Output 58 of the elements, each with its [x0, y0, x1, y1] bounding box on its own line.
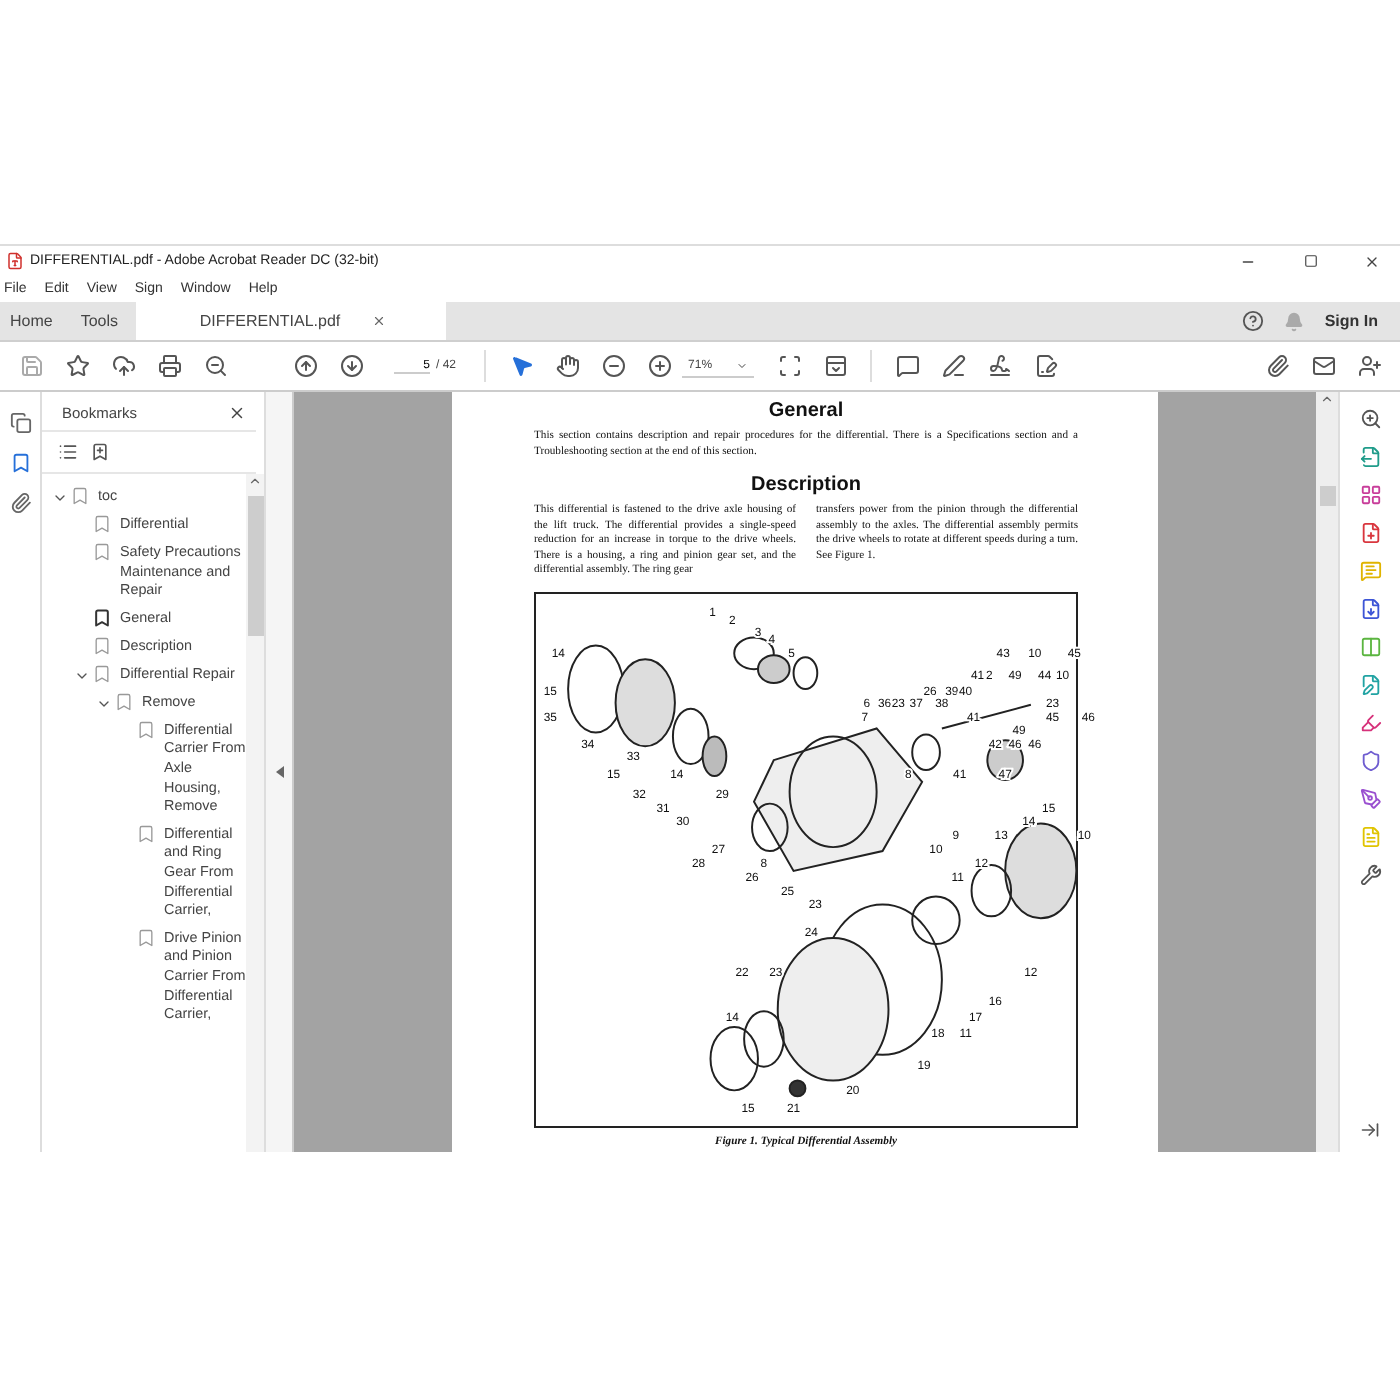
- tab[interactable]: Home: [0, 302, 71, 340]
- cloud-upload-icon[interactable]: [111, 354, 135, 378]
- bookmark-icon: [70, 486, 90, 506]
- collapse-arrow-icon[interactable]: [275, 766, 283, 778]
- find-bookmark-icon[interactable]: [90, 442, 110, 462]
- pages-icon[interactable]: [9, 412, 31, 434]
- signature-icon[interactable]: [987, 354, 1012, 378]
- next-page-icon[interactable]: [339, 354, 363, 378]
- section-heading: General: [766, 400, 846, 422]
- layout-icon[interactable]: [1359, 484, 1381, 506]
- columns-icon[interactable]: [1359, 636, 1381, 658]
- caret-icon[interactable]: [736, 359, 749, 371]
- previous-page-icon[interactable]: [293, 354, 317, 378]
- close-icon[interactable]: [1364, 253, 1380, 269]
- tab[interactable]: Tools: [70, 302, 137, 340]
- file-edit-icon[interactable]: [1359, 674, 1381, 696]
- file-export-icon[interactable]: [1359, 446, 1381, 468]
- file-plus-icon[interactable]: [1359, 522, 1381, 544]
- fit-page-icon[interactable]: [777, 354, 802, 378]
- pdf-file-icon: [6, 252, 24, 270]
- close-tab-icon[interactable]: [372, 314, 387, 328]
- close-icon[interactable]: [228, 404, 246, 422]
- options-icon[interactable]: [58, 442, 78, 462]
- highlighter-icon[interactable]: [1359, 712, 1381, 734]
- pointer-icon[interactable]: [509, 354, 534, 378]
- pen-icon[interactable]: [941, 354, 966, 378]
- file-download-icon[interactable]: [1359, 598, 1381, 620]
- scroll-mode-icon[interactable]: [823, 354, 848, 378]
- chevron-down-icon[interactable]: [51, 490, 67, 506]
- maximize-icon[interactable]: [1303, 254, 1317, 268]
- zoom-out-icon[interactable]: [601, 354, 626, 378]
- print-icon[interactable]: [157, 354, 181, 378]
- pen-icon[interactable]: [1359, 788, 1381, 810]
- scrollbar-thumb[interactable]: [247, 496, 263, 636]
- help-icon[interactable]: [1242, 310, 1265, 332]
- paperclip-icon[interactable]: [1265, 354, 1289, 378]
- hand-icon[interactable]: [555, 354, 580, 378]
- bookmark-icon[interactable]: [9, 452, 31, 474]
- paperclip-icon[interactable]: [9, 492, 31, 514]
- zoom-icon[interactable]: [1359, 408, 1381, 430]
- scrollbar-thumb[interactable]: [1319, 486, 1335, 506]
- scroll-up-icon[interactable]: [1320, 392, 1334, 406]
- section-heading: Description: [748, 474, 863, 496]
- fill-sign-icon[interactable]: [1033, 354, 1058, 378]
- scrollbar[interactable]: [1316, 392, 1338, 1152]
- comment-icon[interactable]: [895, 354, 920, 378]
- wrench-icon[interactable]: [1359, 864, 1381, 886]
- zoom-in-icon[interactable]: [647, 354, 672, 378]
- mail-icon[interactable]: [1311, 354, 1335, 378]
- sign-in-link[interactable]: Sign In: [1324, 312, 1378, 330]
- scrollbar[interactable]: [246, 474, 264, 1152]
- tab[interactable]: DIFFERENTIAL.pdf: [136, 302, 447, 340]
- shield-icon[interactable]: [1359, 750, 1381, 772]
- scroll-up-icon[interactable]: [248, 474, 262, 488]
- add-user-icon[interactable]: [1357, 354, 1381, 378]
- zoom-out-search-icon[interactable]: [203, 354, 227, 378]
- expand-panel-icon[interactable]: [1360, 1120, 1380, 1140]
- star-icon[interactable]: [65, 354, 89, 378]
